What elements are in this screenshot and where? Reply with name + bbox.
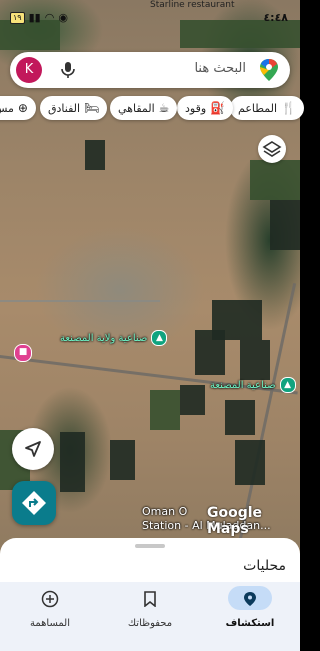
chip-label: الفنادق — [48, 101, 81, 115]
nav-explore[interactable]: استكشاف — [200, 586, 300, 629]
map-field — [180, 385, 205, 415]
add-circle-icon — [41, 590, 59, 607]
sheet-title: محليات — [243, 558, 286, 574]
location-pin-icon — [244, 591, 256, 606]
nav-icon-bg — [228, 586, 272, 610]
status-bar: Starline restaurant ١٩ ▮▮ ◠ ◉ ٤:٤٨ — [0, 0, 300, 26]
poi-industrial-wilayat[interactable]: ▲ صناعية ولاية المصنعة — [60, 330, 168, 346]
nav-saved[interactable]: محفوظاتك — [100, 586, 200, 629]
layers-icon — [262, 141, 282, 157]
chip-label: وقود — [185, 101, 207, 115]
chip-label: المطاعم — [238, 101, 278, 115]
status-left: ١٩ ▮▮ ◠ ◉ — [10, 11, 68, 24]
status-place-hint: Starline restaurant — [150, 0, 235, 10]
avatar[interactable]: K — [16, 57, 42, 83]
google-maps-watermark: Google Maps — [207, 505, 263, 537]
poi-industrial-musanaah[interactable]: ▲ صناعية المصنعة — [210, 377, 296, 393]
chip-gas[interactable]: ⛽ وقود — [177, 96, 234, 120]
directions-button[interactable] — [12, 481, 56, 525]
poi-label: صناعية ولاية المصنعة — [60, 332, 148, 344]
category-chips: 🍴 المطاعم ⛽ وقود ☕ المقاهي 🛏 الفنادق ⊕ م… — [0, 96, 304, 122]
drag-handle[interactable] — [135, 544, 165, 548]
chip-hotels[interactable]: 🛏 الفنادق — [40, 96, 108, 120]
search-bar[interactable]: K البحث هنا — [10, 52, 290, 88]
map-field — [240, 340, 270, 380]
nav-label: محفوظاتك — [127, 618, 173, 629]
map-field — [270, 200, 300, 250]
chip-label: المقاهي — [118, 101, 155, 115]
nav-label: المساهمة — [30, 618, 70, 629]
map-field — [85, 140, 105, 170]
add-icon: ⊕ — [17, 101, 28, 115]
search-input[interactable]: البحث هنا — [194, 61, 246, 76]
poi-label: صناعية المصنعة — [210, 379, 276, 391]
google-maps-logo-icon — [260, 59, 278, 81]
nav-contribute[interactable]: المساهمة — [0, 586, 100, 629]
map-vegetation — [250, 160, 300, 200]
notification-icon: ◉ — [58, 11, 68, 24]
map-vegetation — [150, 390, 180, 430]
map-field — [235, 440, 265, 485]
station-name: Oman O — [142, 505, 188, 518]
chip-cafes[interactable]: ☕ المقاهي — [110, 96, 178, 120]
nav-icon-bg — [128, 586, 172, 610]
poi-pin-icon: ▲ — [151, 330, 168, 346]
cafe-icon: ☕ — [158, 101, 170, 115]
map-road — [0, 300, 160, 302]
map-field — [110, 440, 135, 480]
bottom-navigation: استكشاف محفوظاتك المساهمة — [0, 582, 300, 651]
layers-button[interactable] — [258, 135, 286, 163]
hotel-icon: 🛏 — [84, 101, 100, 115]
poi-pin-icon: ▲ — [279, 377, 296, 393]
hotel-pin-icon[interactable]: ■ — [14, 344, 32, 362]
mic-icon[interactable] — [58, 60, 78, 80]
status-time: ٤:٤٨ — [263, 11, 288, 24]
battery-icon: ١٩ — [10, 11, 25, 24]
nav-icon-bg — [28, 586, 72, 610]
bookmark-icon — [144, 590, 156, 608]
restaurant-icon: 🍴 — [281, 101, 296, 115]
navigation-arrow-icon — [25, 441, 41, 457]
directions-icon — [22, 491, 46, 515]
map-field — [60, 432, 85, 492]
map-field — [225, 400, 255, 435]
map-field — [195, 330, 225, 375]
signal-icon: ▮▮ — [28, 11, 41, 24]
nav-label: استكشاف — [225, 618, 275, 629]
gas-station-icon: ⛽ — [210, 101, 226, 115]
chip-restaurants[interactable]: 🍴 المطاعم — [230, 96, 304, 120]
wifi-icon: ◠ — [44, 11, 55, 24]
chip-label: مس — [0, 101, 14, 115]
my-location-button[interactable] — [12, 428, 54, 470]
chip-add[interactable]: ⊕ مس — [0, 96, 36, 120]
